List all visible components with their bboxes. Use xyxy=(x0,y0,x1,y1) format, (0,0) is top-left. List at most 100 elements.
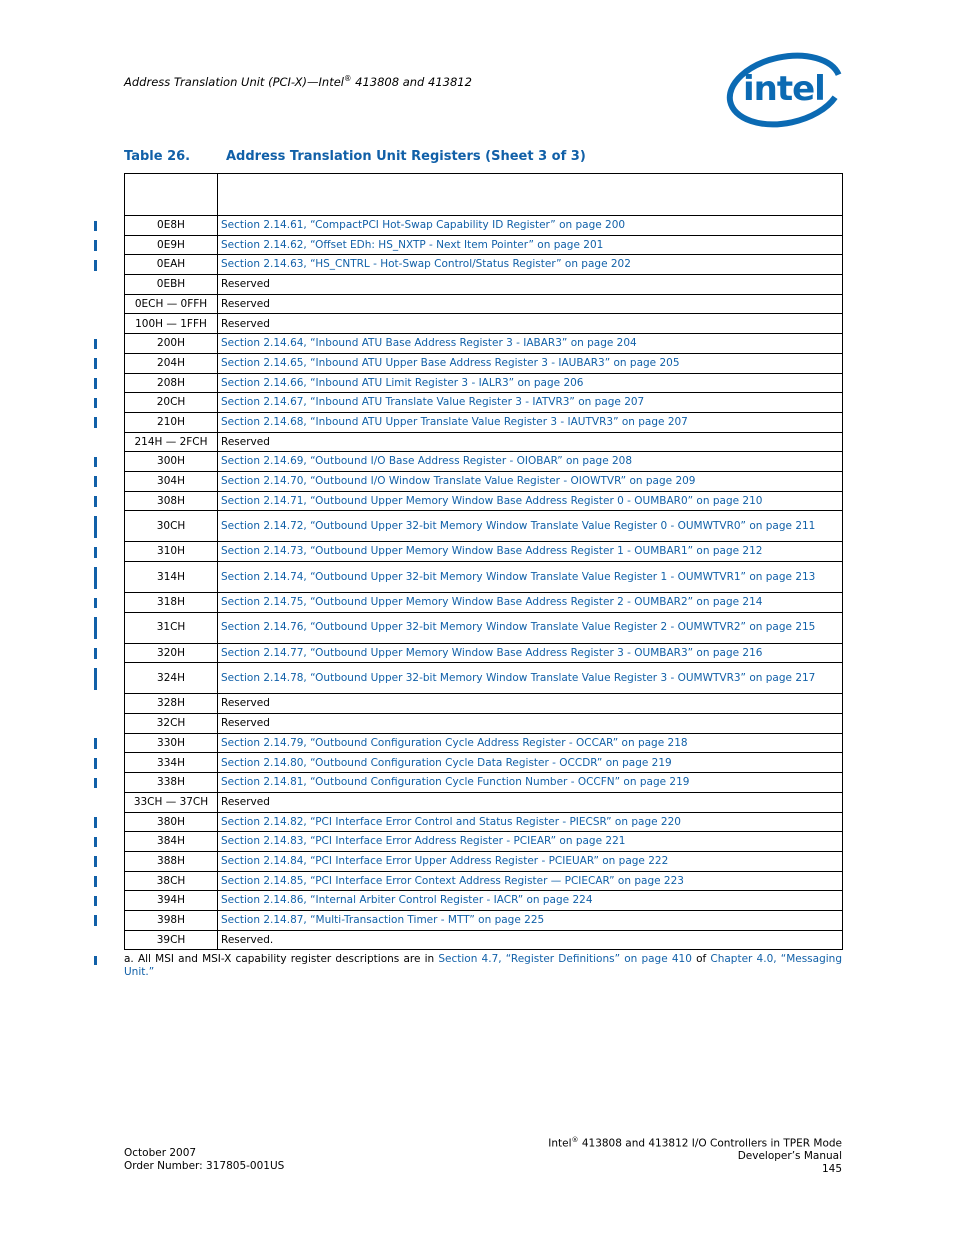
register-offset: 324H xyxy=(124,662,218,695)
register-section-link[interactable]: Section 2.14.79, “Outbound Configuration… xyxy=(217,732,843,754)
register-section-link[interactable]: Section 2.14.66, “Inbound ATU Limit Regi… xyxy=(217,372,843,394)
register-offset: 210H xyxy=(124,411,218,433)
register-offset: 318H xyxy=(124,592,218,613)
register-section-link[interactable]: Section 2.14.72, “Outbound Upper 32-bit … xyxy=(217,510,843,543)
table-row: 200H Section 2.14.64, “Inbound ATU Base A… xyxy=(124,333,843,354)
register-offset: 380H xyxy=(124,811,218,833)
register-offset: 208H xyxy=(124,372,218,394)
register-section-link[interactable]: Section 2.14.77, “Outbound Upper Memory … xyxy=(217,642,843,664)
register-section-link[interactable]: Section 2.14.78, “Outbound Upper 32-bit … xyxy=(217,662,843,695)
footnote: a. All MSI and MSI-X capability register… xyxy=(124,953,842,978)
register-offset: 328H xyxy=(124,693,218,715)
register-section-link[interactable]: Section 2.14.82, “PCI Interface Error Co… xyxy=(217,811,843,833)
register-section-link[interactable]: Section 2.14.68, “Inbound ATU Upper Tran… xyxy=(217,411,843,433)
table-row: 100H — 1FFH Reserved xyxy=(124,313,843,335)
footer-right: Intel® 413808 and 413812 I/O Controllers… xyxy=(548,1134,842,1175)
change-bar xyxy=(94,597,97,609)
table-row: 0EAH Section 2.14.63, “HS_CNTRL - Hot-Swa… xyxy=(124,254,843,276)
register-description: Reserved xyxy=(217,293,843,315)
table-title: Address Translation Unit Registers (Shee… xyxy=(226,149,586,164)
register-offset: 300H xyxy=(124,451,218,472)
register-offset: 33CH — 37CH xyxy=(124,791,218,813)
table-row: 0ECH — 0FFH Reserved xyxy=(124,293,843,315)
register-offset: 100H — 1FFH xyxy=(124,313,218,335)
register-section-link[interactable]: Section 2.14.84, “PCI Interface Error Up… xyxy=(217,850,843,872)
change-bar xyxy=(94,667,97,690)
register-section-link[interactable]: Section 2.14.61, “CompactPCI Hot-Swap Ca… xyxy=(217,215,843,236)
register-offset: 394H xyxy=(124,890,218,911)
register-description: Reserved xyxy=(217,791,843,813)
running-header-title: Address Translation Unit (PCI-X)—Intel xyxy=(124,74,344,89)
register-offset: 38CH xyxy=(124,870,218,892)
change-bar xyxy=(94,876,97,887)
register-section-link[interactable]: Section 2.14.76, “Outbound Upper 32-bit … xyxy=(217,611,843,644)
footer-order-number: Order Number: 317805-001US xyxy=(124,1159,285,1172)
register-description: Reserved xyxy=(217,693,843,715)
change-bar xyxy=(94,476,97,488)
change-bar xyxy=(94,817,97,828)
header-cell-description xyxy=(217,173,843,216)
register-offset: 200H xyxy=(124,333,218,354)
change-bar xyxy=(94,417,97,429)
register-section-link[interactable]: Section 2.14.70, “Outbound I/O Window Tr… xyxy=(217,470,843,492)
register-offset: 320H xyxy=(124,642,218,664)
register-offset: 330H xyxy=(124,732,218,754)
register-section-link[interactable]: Section 2.14.71, “Outbound Upper Memory … xyxy=(217,490,843,512)
register-section-link[interactable]: Section 2.14.80, “Outbound Configuration… xyxy=(217,752,843,774)
table-row: 204H Section 2.14.65, “Inbound ATU Upper … xyxy=(124,352,843,374)
register-section-link[interactable]: Section 2.14.74, “Outbound Upper 32-bit … xyxy=(217,561,843,593)
change-bar xyxy=(94,259,97,271)
table-caption: Table 26. Address Translation Unit Regist… xyxy=(124,149,586,164)
footer-date: October 2007 xyxy=(124,1147,197,1159)
footnote-of: of xyxy=(691,953,711,965)
table-row: 210H Section 2.14.68, “Inbound ATU Upper … xyxy=(124,411,843,433)
register-section-link[interactable]: Section 2.14.65, “Inbound ATU Upper Base… xyxy=(217,352,843,374)
register-offset: 0EAH xyxy=(124,254,218,276)
table-row: 388H Section 2.14.84, “PCI Interface Erro… xyxy=(124,850,843,872)
change-bar xyxy=(94,220,97,232)
register-offset: 308H xyxy=(124,490,218,512)
table-row: 324H Section 2.14.78, “Outbound Upper 32-… xyxy=(124,662,843,695)
register-description: Reserved xyxy=(217,713,843,734)
change-bar xyxy=(94,956,97,965)
register-section-link[interactable]: Section 2.14.63, “HS_CNTRL - Hot-Swap Co… xyxy=(217,254,843,276)
change-bar xyxy=(94,836,97,848)
change-bar xyxy=(94,397,97,409)
table-row: 0E9H Section 2.14.62, “Offset EDh: HS_NXT… xyxy=(124,234,843,256)
register-section-link[interactable]: Section 2.14.67, “Inbound ATU Translate … xyxy=(217,392,843,413)
register-section-link[interactable]: Section 2.14.64, “Inbound ATU Base Addre… xyxy=(217,333,843,354)
change-bar xyxy=(94,358,97,369)
footer-manual: Developer’s Manual xyxy=(737,1150,842,1162)
register-section-link[interactable]: Section 2.14.75, “Outbound Upper Memory … xyxy=(217,592,843,613)
register-section-link[interactable]: Section 2.14.62, “Offset EDh: HS_NXTP - … xyxy=(217,234,843,256)
register-offset: 31CH xyxy=(124,611,218,644)
register-section-link[interactable]: Section 2.14.81, “Outbound Configuration… xyxy=(217,772,843,793)
register-section-link[interactable]: Section 2.14.87, “Multi-Transaction Time… xyxy=(217,909,843,931)
register-offset: 398H xyxy=(124,909,218,931)
register-description: Reserved xyxy=(217,313,843,335)
register-offset: 310H xyxy=(124,541,218,562)
change-bar xyxy=(94,648,97,659)
register-description: Reserved. xyxy=(217,929,843,951)
register-offset: 314H xyxy=(124,561,218,593)
register-section-link[interactable]: Section 2.14.69, “Outbound I/O Base Addr… xyxy=(217,451,843,472)
register-section-link[interactable]: Section 2.14.86, “Internal Arbiter Contr… xyxy=(217,890,843,911)
register-offset: 0E9H xyxy=(124,234,218,256)
change-bar xyxy=(94,566,97,589)
footnote-link-section[interactable]: Section 4.7, “Register Definitions” on p… xyxy=(438,953,692,965)
register-offset: 338H xyxy=(124,772,218,793)
footer-page-number: 145 xyxy=(821,1162,842,1175)
register-offset: 204H xyxy=(124,352,218,374)
table-row: 380H Section 2.14.82, “PCI Interface Erro… xyxy=(124,811,843,833)
table-row: 318H Section 2.14.75, “Outbound Upper Mem… xyxy=(124,592,843,613)
register-offset: 334H xyxy=(124,752,218,774)
register-offset: 39CH xyxy=(124,929,218,951)
table-row: 320H Section 2.14.77, “Outbound Upper Mem… xyxy=(124,642,843,664)
register-section-link[interactable]: Section 2.14.83, “PCI Interface Error Ad… xyxy=(217,831,843,852)
table-row: 32CH Reserved xyxy=(124,713,843,734)
register-section-link[interactable]: Section 2.14.85, “PCI Interface Error Co… xyxy=(217,870,843,892)
change-bar xyxy=(94,617,97,640)
table-row: 33CH — 37CH Reserved xyxy=(124,791,843,813)
register-section-link[interactable]: Section 2.14.73, “Outbound Upper Memory … xyxy=(217,541,843,562)
register-offset: 384H xyxy=(124,831,218,852)
